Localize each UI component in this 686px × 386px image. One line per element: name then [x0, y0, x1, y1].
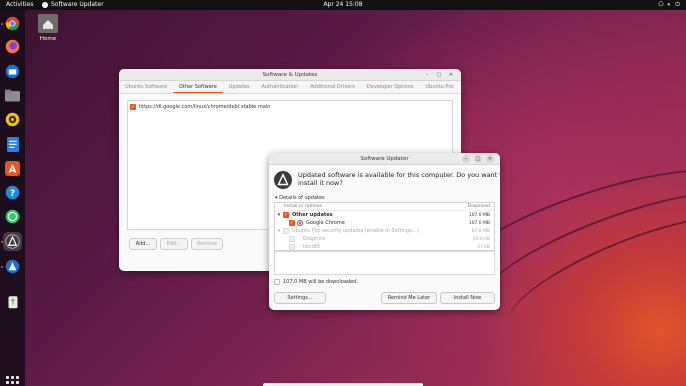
clock[interactable]: Apr 24 15:08 — [323, 0, 362, 10]
app-center-icon[interactable]: A — [3, 159, 22, 178]
tab-ubuntu-software[interactable]: Ubuntu Software — [119, 81, 173, 93]
checkbox-disabled-icon — [289, 244, 295, 250]
expander-icon: ▾ — [277, 228, 281, 234]
row-label: Google Chrome — [306, 220, 345, 226]
software-updater-icon[interactable] — [3, 232, 22, 251]
minimize-icon[interactable]: – — [423, 71, 431, 79]
settings-button[interactable]: Settings... — [274, 292, 326, 304]
home-folder-icon — [38, 14, 58, 33]
desktop-home-item[interactable]: Home — [37, 14, 59, 42]
row-size: 40.0 kB — [472, 236, 490, 242]
software-updater-window: Software Updater – □ ✕ Updated software … — [269, 153, 500, 310]
window-title: Software & Updates — [262, 72, 318, 78]
checkbox-checked-icon[interactable]: ✓ — [283, 212, 289, 218]
tab-additional-drivers[interactable]: Additional Drivers — [304, 81, 361, 93]
whatsapp-icon[interactable] — [3, 207, 22, 226]
software-center-icon[interactable] — [3, 257, 22, 276]
help-icon[interactable]: ? — [3, 183, 22, 202]
install-now-button[interactable]: Install Now — [440, 292, 495, 304]
tab-other-software[interactable]: Other Software — [172, 81, 223, 93]
tab-updates[interactable]: Updates — [223, 81, 256, 93]
close-icon[interactable]: ✕ — [447, 71, 455, 79]
app-menu[interactable]: Software Updater — [42, 0, 104, 10]
minimize-icon[interactable]: – — [462, 155, 470, 163]
trash-icon[interactable] — [3, 292, 22, 311]
system-tray[interactable]: ⎔ 🔈︎ ⏻ — [658, 0, 680, 10]
edit-button[interactable]: Edit... — [160, 238, 188, 250]
chevron-down-icon: ▾ — [275, 195, 278, 201]
software-updater-small-icon — [42, 2, 48, 8]
list-header: Install or remove Download — [275, 203, 494, 211]
window-title: Software Updater — [360, 156, 409, 162]
remind-later-button[interactable]: Remind Me Later — [381, 292, 437, 304]
update-row-libcdt5[interactable]: libcdt5 27 kB — [275, 243, 494, 250]
files-icon[interactable] — [3, 86, 22, 105]
tab-developer-options[interactable]: Developer Options — [361, 81, 420, 93]
svg-text:A: A — [9, 164, 17, 175]
row-label: Ubuntu Pro security updates (enable in S… — [292, 228, 419, 234]
source-url: https://dl.google.com/linux/chrome/deb/ … — [139, 104, 271, 110]
power-icon: ⏻ — [675, 1, 680, 8]
titlebar: Software & Updates – □ ✕ — [119, 69, 461, 81]
source-row[interactable]: ✓ https://dl.google.com/linux/chrome/deb… — [128, 101, 452, 113]
details-expander[interactable]: ▾ Details of updates — [275, 195, 325, 201]
expander-icon: ▾ — [277, 212, 281, 218]
row-label: Other updates — [292, 212, 333, 218]
chrome-icon — [297, 220, 303, 226]
maximize-icon[interactable]: □ — [474, 155, 482, 163]
description-pane — [274, 251, 495, 275]
row-size: 107.0 MB — [468, 220, 490, 226]
firefox-icon[interactable] — [3, 37, 22, 56]
tab-ubuntu-pro[interactable]: Ubuntu Pro — [420, 81, 460, 93]
close-icon[interactable]: ✕ — [486, 155, 494, 163]
chrome-icon[interactable] — [3, 14, 22, 33]
remove-button[interactable]: Remove — [191, 238, 223, 250]
update-row-other[interactable]: ▾ ✓ Other updates 107.0 MB — [275, 211, 494, 219]
thunderbird-icon[interactable] — [3, 62, 22, 81]
details-label: Details of updates — [279, 195, 325, 201]
update-message: Updated software is available for this c… — [298, 171, 500, 187]
checkbox-disabled-icon — [289, 236, 295, 242]
libreoffice-writer-icon[interactable] — [3, 135, 22, 154]
download-note: 107.0 MB will be downloaded. — [283, 279, 358, 285]
update-row-graphviz[interactable]: Graphviz 40.0 kB — [275, 235, 494, 243]
download-size-icon — [274, 279, 280, 285]
titlebar: Software Updater – □ ✕ — [269, 153, 500, 165]
dock: A ? — [0, 10, 25, 386]
column-install: Install or remove — [284, 204, 323, 209]
update-row-pro[interactable]: ▾ Ubuntu Pro security updates (enable in… — [275, 227, 494, 235]
row-label: libcdt5 — [303, 244, 321, 250]
download-info: 107.0 MB will be downloaded. — [274, 279, 358, 285]
update-row-chrome[interactable]: ✓ Google Chrome 107.0 MB — [275, 219, 494, 227]
column-download: Download — [467, 204, 490, 209]
row-size: 107.0 MB — [468, 212, 490, 218]
rhythmbox-icon[interactable] — [3, 110, 22, 129]
checkbox-checked-icon[interactable]: ✓ — [130, 104, 136, 110]
volume-icon: 🔈︎ — [667, 1, 672, 8]
checkbox-checked-icon[interactable]: ✓ — [289, 220, 295, 226]
add-button[interactable]: Add... — [129, 238, 157, 250]
tab-bar: Ubuntu Software Other Software Updates Auth… — [119, 81, 461, 94]
show-apps-button[interactable] — [6, 376, 19, 386]
row-size: 27 kB — [477, 244, 490, 250]
tab-authentication[interactable]: Authentication — [255, 81, 304, 93]
software-updater-logo-icon — [274, 171, 292, 189]
top-bar: Activities Software Updater Apr 24 15:08… — [0, 0, 686, 10]
row-label: Graphviz — [303, 236, 326, 242]
updates-list[interactable]: Install or remove Download ▾ ✓ Other upd… — [274, 202, 495, 251]
checkbox-disabled-icon — [283, 228, 289, 234]
activities-button[interactable]: Activities — [6, 0, 33, 10]
row-size: 67.8 MB — [471, 228, 490, 234]
app-menu-label: Software Updater — [51, 1, 104, 8]
network-icon: ⎔ — [658, 1, 664, 8]
maximize-icon[interactable]: □ — [435, 71, 443, 79]
desktop-home-label: Home — [39, 36, 57, 42]
svg-text:?: ? — [10, 189, 15, 199]
